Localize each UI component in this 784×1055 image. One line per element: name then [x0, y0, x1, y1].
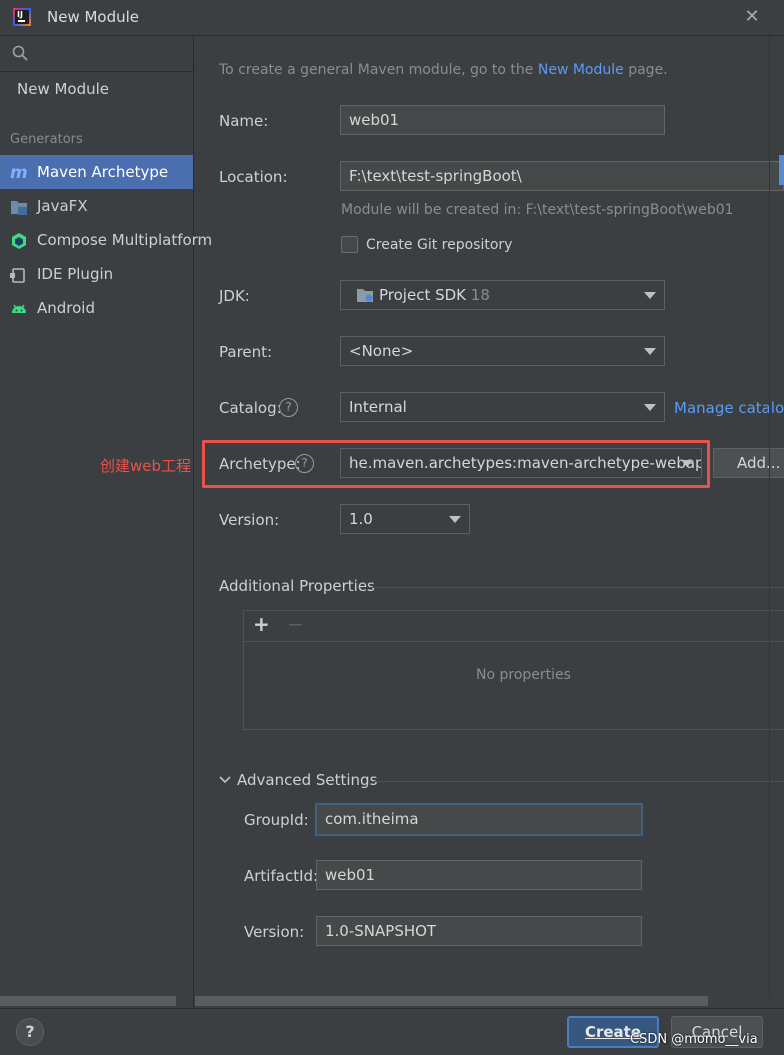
watermark-text: CSDN @momo__via	[630, 1032, 758, 1047]
sidebar-item-maven-archetype[interactable]: m Maven Archetype	[0, 155, 193, 189]
catalog-help-icon[interactable]: ?	[279, 398, 298, 417]
version-value: 1.0	[349, 510, 373, 528]
jdk-value: Project SDK	[379, 286, 466, 304]
location-input[interactable]: F:\text\test-springBoot\	[340, 161, 784, 191]
compose-icon	[12, 233, 26, 249]
version-label: Version:	[219, 511, 280, 529]
add-property-icon[interactable]: +	[253, 612, 270, 636]
artifactid-label: ArtifactId:	[244, 867, 319, 885]
jdk-label: JDK:	[219, 287, 250, 305]
close-icon[interactable]: ✕	[742, 6, 762, 28]
manage-catalogs-link[interactable]: Manage catalog	[674, 399, 784, 417]
chevron-down-icon	[644, 348, 656, 355]
intro-suffix: page.	[623, 62, 668, 78]
annotation-highlight-box	[202, 440, 710, 488]
chevron-down-icon	[449, 516, 461, 523]
git-checkbox[interactable]	[341, 236, 358, 253]
divider	[371, 781, 784, 782]
sidebar-item-label: Compose Multiplatform	[37, 231, 213, 249]
window-title: New Module	[47, 8, 140, 26]
scroll-track	[769, 36, 770, 996]
sidebar-item-label: JavaFX	[37, 197, 88, 215]
empty-properties-text: No properties	[476, 667, 571, 683]
groupid-input[interactable]: com.itheima	[315, 803, 643, 836]
adv-version-input[interactable]: 1.0-SNAPSHOT	[316, 916, 642, 946]
parent-select[interactable]: <None>	[340, 336, 665, 366]
logo-text: IJ	[17, 10, 23, 19]
android-icon	[12, 304, 26, 313]
sidebar-item-label: IDE Plugin	[37, 265, 114, 283]
svg-text:m: m	[10, 163, 28, 181]
parent-label: Parent:	[219, 343, 273, 361]
new-module-link[interactable]: New Module	[538, 62, 624, 78]
main-horizontal-scrollbar[interactable]	[195, 996, 708, 1006]
name-label: Name:	[219, 112, 269, 130]
catalog-label: Catalog:	[219, 399, 282, 417]
divider	[371, 587, 784, 588]
sidebar-item-new-module[interactable]: New Module	[17, 80, 109, 98]
plugin-icon	[10, 268, 25, 283]
adv-version-label: Version:	[244, 923, 305, 941]
chevron-down-icon	[644, 292, 656, 299]
location-label: Location:	[219, 168, 288, 186]
parent-value: <None>	[349, 342, 414, 360]
sidebar-item-javafx[interactable]: JavaFX	[0, 189, 193, 223]
maven-icon: m	[10, 163, 28, 181]
divider	[244, 641, 784, 642]
archetype-add-button[interactable]: Add...	[713, 448, 784, 478]
chevron-down-icon	[644, 404, 656, 411]
location-hint: Module will be created in: F:\text\test-…	[341, 202, 734, 218]
advanced-settings-title[interactable]: Advanced Settings	[237, 771, 377, 789]
annotation-label: 创建web工程	[100, 457, 192, 475]
version-select[interactable]: 1.0	[340, 504, 470, 534]
generators-section-label: Generators	[10, 132, 83, 147]
sidebar-horizontal-scrollbar[interactable]	[0, 996, 176, 1006]
additional-properties-title: Additional Properties	[219, 577, 375, 595]
jdk-version: 18	[470, 286, 490, 304]
sdk-folder-icon	[357, 289, 373, 302]
sidebar-item-android[interactable]: Android	[0, 291, 193, 325]
sidebar-item-ide-plugin[interactable]: IDE Plugin	[0, 257, 193, 291]
sidebar-item-compose-multiplatform[interactable]: Compose Multiplatform	[0, 223, 212, 257]
sidebar-search-field[interactable]	[0, 36, 194, 72]
intellij-logo-icon: IJ	[13, 8, 31, 26]
artifactid-input[interactable]: web01	[316, 860, 642, 890]
chevron-down-icon[interactable]	[219, 775, 231, 785]
remove-property-icon[interactable]: −	[287, 612, 304, 636]
help-button[interactable]: ?	[16, 1018, 44, 1046]
jdk-select[interactable]: Project SDK 18	[340, 280, 665, 310]
intro-text: To create a general Maven module, go to …	[219, 62, 668, 78]
name-input[interactable]: web01	[340, 105, 665, 135]
groupid-label: GroupId:	[244, 811, 309, 829]
catalog-value: Internal	[349, 398, 407, 416]
catalog-select[interactable]: Internal	[340, 392, 665, 422]
intro-prefix: To create a general Maven module, go to …	[219, 62, 538, 78]
sidebar-item-label: Android	[37, 299, 95, 317]
git-checkbox-label: Create Git repository	[366, 237, 513, 253]
search-icon	[12, 45, 28, 61]
javafx-folder-icon	[11, 201, 27, 215]
vertical-scrollbar[interactable]	[779, 155, 784, 185]
sidebar-item-label: Maven Archetype	[37, 163, 169, 181]
